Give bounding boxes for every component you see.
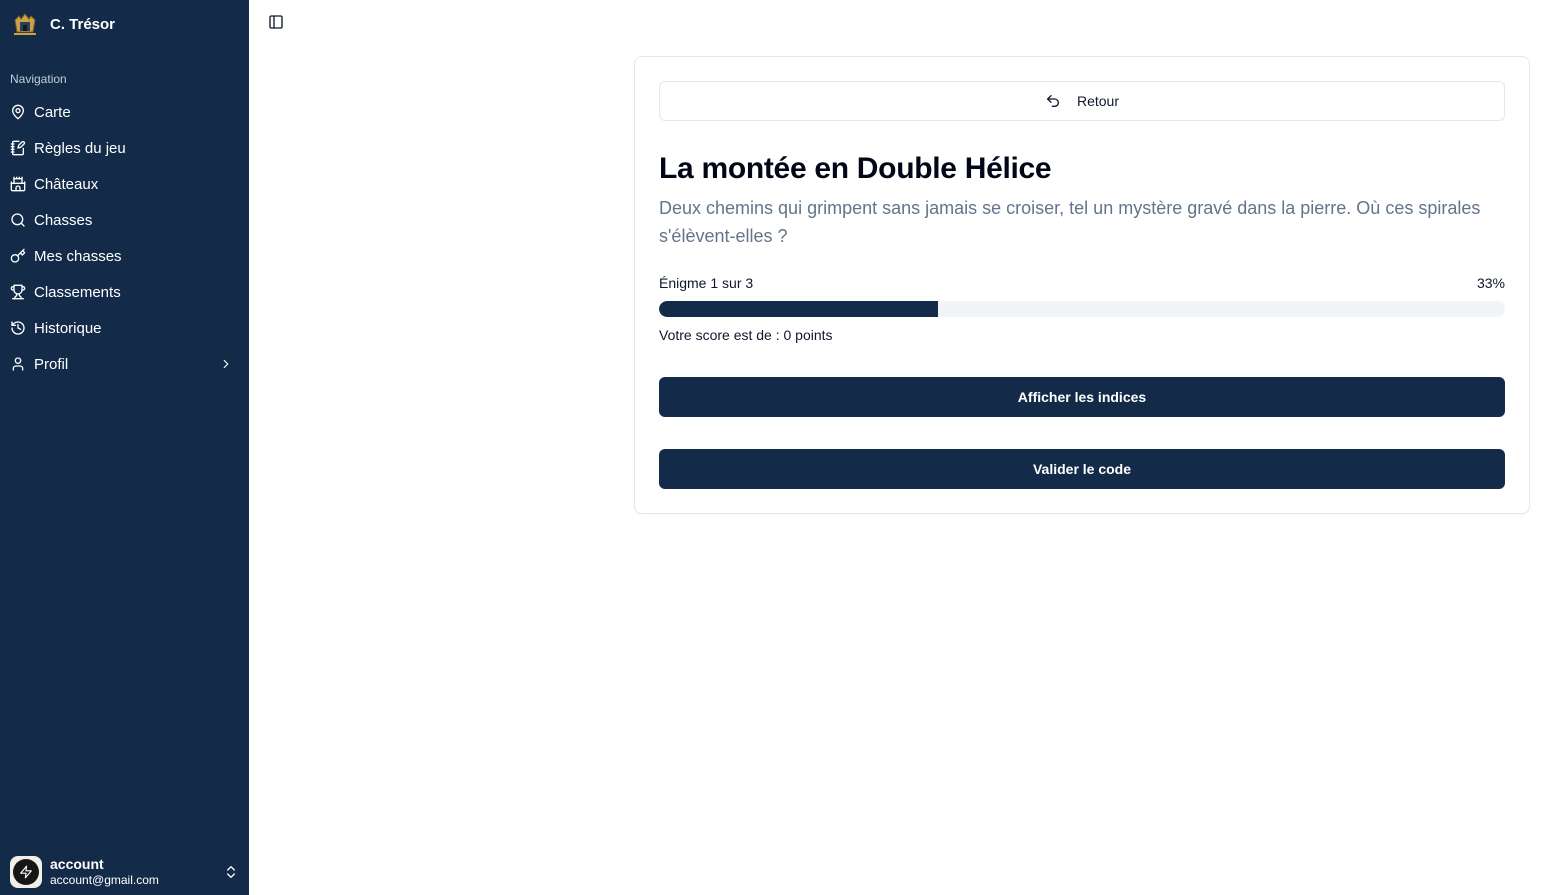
riddle-title: La montée en Double Hélice — [659, 152, 1052, 185]
sidebar-item-classements[interactable]: Classements — [0, 274, 249, 310]
brand-name: C. Trésor — [50, 15, 116, 33]
sidebar-item-regles[interactable]: Règles du jeu — [0, 130, 249, 166]
account-name: account — [50, 856, 104, 872]
riddle-card: Retour La montée en Double Hélice Deux c… — [634, 56, 1530, 514]
progress-header: Énigme 1 sur 3 33% — [659, 275, 1505, 291]
user-icon — [10, 356, 26, 372]
brand[interactable]: C. Trésor — [10, 10, 115, 38]
riddle-description: Deux chemins qui grimpent sans jamais se… — [659, 198, 1481, 246]
chevron-right-icon — [219, 357, 233, 371]
bolt-icon — [13, 859, 39, 885]
rules-notebook-icon — [10, 140, 26, 156]
trophy-icon — [10, 284, 26, 300]
sidebar-item-profil[interactable]: Profil — [0, 346, 249, 382]
sidebar-item-label: Classements — [34, 283, 121, 301]
history-icon — [10, 320, 26, 336]
progress-bar-fill — [659, 301, 939, 317]
chevrons-up-down-icon — [223, 864, 239, 880]
sidebar: C. Trésor Navigation Carte Règles du jeu… — [0, 0, 249, 895]
sidebar-item-historique[interactable]: Historique — [0, 310, 249, 346]
progress-label: Énigme 1 sur 3 — [659, 275, 754, 291]
key-icon — [10, 248, 26, 264]
sidebar-toggle-button[interactable] — [266, 14, 286, 34]
avatar — [10, 856, 42, 888]
account-info: account account@gmail.com — [50, 856, 223, 888]
search-icon — [10, 212, 26, 228]
sidebar-item-mes-chasses[interactable]: Mes chasses — [0, 238, 249, 274]
back-button[interactable]: Retour — [659, 81, 1505, 121]
sidebar-item-chateaux[interactable]: Châteaux — [0, 166, 249, 202]
sidebar-item-label: Mes chasses — [34, 247, 122, 265]
sidebar-item-label: Règles du jeu — [34, 139, 126, 157]
back-button-label: Retour — [1076, 93, 1120, 109]
panel-left-icon — [268, 14, 284, 35]
sidebar-item-label: Profil — [34, 355, 69, 373]
sidebar-item-label: Carte — [34, 103, 71, 121]
nav-heading: Navigation — [10, 72, 67, 86]
sidebar-item-label: Chasses — [34, 211, 93, 229]
sidebar-item-carte[interactable]: Carte — [0, 94, 249, 130]
sidebar-item-label: Historique — [34, 319, 102, 337]
account-switcher[interactable]: account account@gmail.com — [10, 855, 239, 889]
account-email: account@gmail.com — [50, 873, 159, 887]
map-pin-icon — [10, 104, 26, 120]
castle-icon — [10, 176, 26, 192]
show-hints-button[interactable]: Afficher les indices — [659, 377, 1505, 417]
castle-crest-icon — [10, 9, 40, 39]
sidebar-item-label: Châteaux — [34, 175, 99, 193]
progress-percent: 33% — [1476, 275, 1505, 291]
validate-code-button[interactable]: Valider le code — [659, 449, 1505, 489]
sidebar-nav: Carte Règles du jeu Châteaux Chasses Mes… — [0, 94, 249, 382]
sidebar-item-chasses[interactable]: Chasses — [0, 202, 249, 238]
score-text: Votre score est de : 0 points — [659, 327, 833, 343]
progress-bar — [659, 301, 1505, 317]
undo-icon — [1045, 93, 1061, 109]
